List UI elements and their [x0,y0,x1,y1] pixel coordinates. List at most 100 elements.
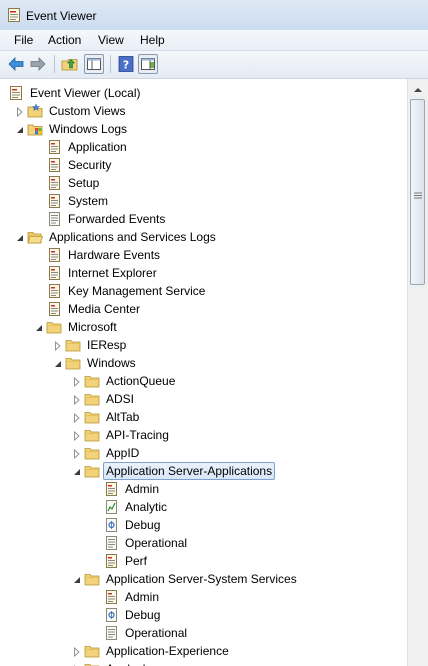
tree-item-label: Operational [125,626,188,640]
scroll-up-arrow-icon[interactable] [410,82,426,98]
help-icon[interactable]: ? [116,54,136,74]
tree-item[interactable]: IEResp [0,336,407,354]
forward-arrow-icon[interactable] [28,54,48,74]
collapsed-arrow-icon[interactable] [73,412,81,424]
analytic-log-icon [103,499,119,515]
log-icon [46,193,62,209]
folder-icon [84,463,100,479]
log-plain-icon [103,535,119,551]
tree-item-label: Analytic [125,500,168,514]
log-plain-icon [103,625,119,641]
tree-item[interactable]: Key Management Service [0,282,407,300]
tree-item[interactable]: Applocker [0,660,407,666]
tree-item[interactable]: Admin [0,588,407,606]
tree-item[interactable]: Perf [0,552,407,570]
tree-item-label: AltTab [106,410,140,424]
tree-item-label: Admin [125,482,160,496]
collapsed-arrow-icon[interactable] [73,430,81,442]
tree-item[interactable]: Application [0,138,407,156]
tree-item[interactable]: Debug [0,516,407,534]
back-arrow-icon[interactable] [6,54,26,74]
menu-action[interactable]: Action [48,33,81,47]
tree-item[interactable]: Custom Views [0,102,407,120]
tree-item-label: Forwarded Events [68,212,166,226]
tree-item[interactable]: Setup [0,174,407,192]
tree-item-label: Custom Views [49,104,126,118]
tree-item[interactable]: Event Viewer (Local) [0,84,407,102]
tree-item[interactable]: AppID [0,444,407,462]
tree-item[interactable]: Windows [0,354,407,372]
expanded-arrow-icon[interactable] [73,574,81,584]
tree-item[interactable]: Internet Explorer [0,264,407,282]
tree-item[interactable]: System [0,192,407,210]
title-bar: Event Viewer [0,0,428,31]
collapsed-arrow-icon[interactable] [73,646,81,658]
svg-text:?: ? [123,59,129,72]
folder-icon [84,445,100,461]
expanded-arrow-icon[interactable] [16,232,24,242]
tree-item-label: Debug [125,518,161,532]
tree-item[interactable]: ADSI [0,390,407,408]
tree-item[interactable]: Admin [0,480,407,498]
tree-item[interactable]: Security [0,156,407,174]
up-folder-icon[interactable] [60,54,80,74]
collapsed-arrow-icon[interactable] [73,376,81,388]
window-title: Event Viewer [26,9,97,23]
folder-icon [84,373,100,389]
tree-item[interactable]: Analytic [0,498,407,516]
expanded-arrow-icon[interactable] [73,466,81,476]
tree-item-label: Key Management Service [68,284,206,298]
tree-item[interactable]: Forwarded Events [0,210,407,228]
menu-bar: File Action View Help [0,30,428,51]
custom-views-folder-icon [27,103,43,119]
collapsed-arrow-icon[interactable] [16,106,24,118]
console-tree: Event Viewer (Local) Custom Views Windows … [0,79,407,666]
show-hide-action-pane-icon[interactable] [138,54,158,74]
tree-item-label: Operational [125,536,188,550]
menu-help[interactable]: Help [140,33,165,47]
tree-item-label: Application Server-System Services [106,572,297,586]
tree-item-label: Perf [125,554,148,568]
folder-icon [84,661,100,666]
menu-file[interactable]: File [14,33,33,47]
tree-item[interactable]: Application-Experience [0,642,407,660]
tree-item[interactable]: API-Tracing [0,426,407,444]
tree-item-label: Applocker [106,662,159,666]
expanded-arrow-icon[interactable] [54,358,62,368]
tree-item[interactable]: Debug [0,606,407,624]
tree-item[interactable]: Operational [0,534,407,552]
menu-view[interactable]: View [98,33,124,47]
tree-item-label: Hardware Events [68,248,161,262]
collapsed-arrow-icon[interactable] [73,448,81,460]
folder-icon [84,571,100,587]
collapsed-arrow-icon[interactable] [54,340,62,352]
expanded-arrow-icon[interactable] [35,322,43,332]
tree-item[interactable]: Applications and Services Logs [0,228,407,246]
expanded-arrow-icon[interactable] [16,124,24,134]
collapsed-arrow-icon[interactable] [73,394,81,406]
log-icon [103,553,119,569]
tree-item[interactable]: ActionQueue [0,372,407,390]
tree-item[interactable]: Operational [0,624,407,642]
vertical-scrollbar[interactable] [407,79,428,666]
tree-item[interactable]: Media Center [0,300,407,318]
tree-item-label: Application-Experience [106,644,229,658]
tree-item[interactable]: Hardware Events [0,246,407,264]
tree-item[interactable]: Windows Logs [0,120,407,138]
tree-item-label: Microsoft [68,320,117,334]
tree-item[interactable]: AltTab [0,408,407,426]
tree-item[interactable]: Microsoft [0,318,407,336]
debug-log-icon [103,607,119,623]
folder-icon [84,391,100,407]
tree-item-label: Security [68,158,112,172]
log-icon [46,157,62,173]
tree-item-label: Windows [87,356,136,370]
scrollbar-thumb[interactable] [410,99,425,285]
tree-item-label: Media Center [68,302,141,316]
tree-item-label: Application [68,140,127,154]
tree-item[interactable]: Application Server-System Services [0,570,407,588]
tree-item[interactable]: Application Server-Applications [0,462,407,480]
show-hide-tree-icon[interactable] [84,54,104,74]
tree-item-label: Internet Explorer [68,266,157,280]
toolbar: ? [0,51,428,79]
